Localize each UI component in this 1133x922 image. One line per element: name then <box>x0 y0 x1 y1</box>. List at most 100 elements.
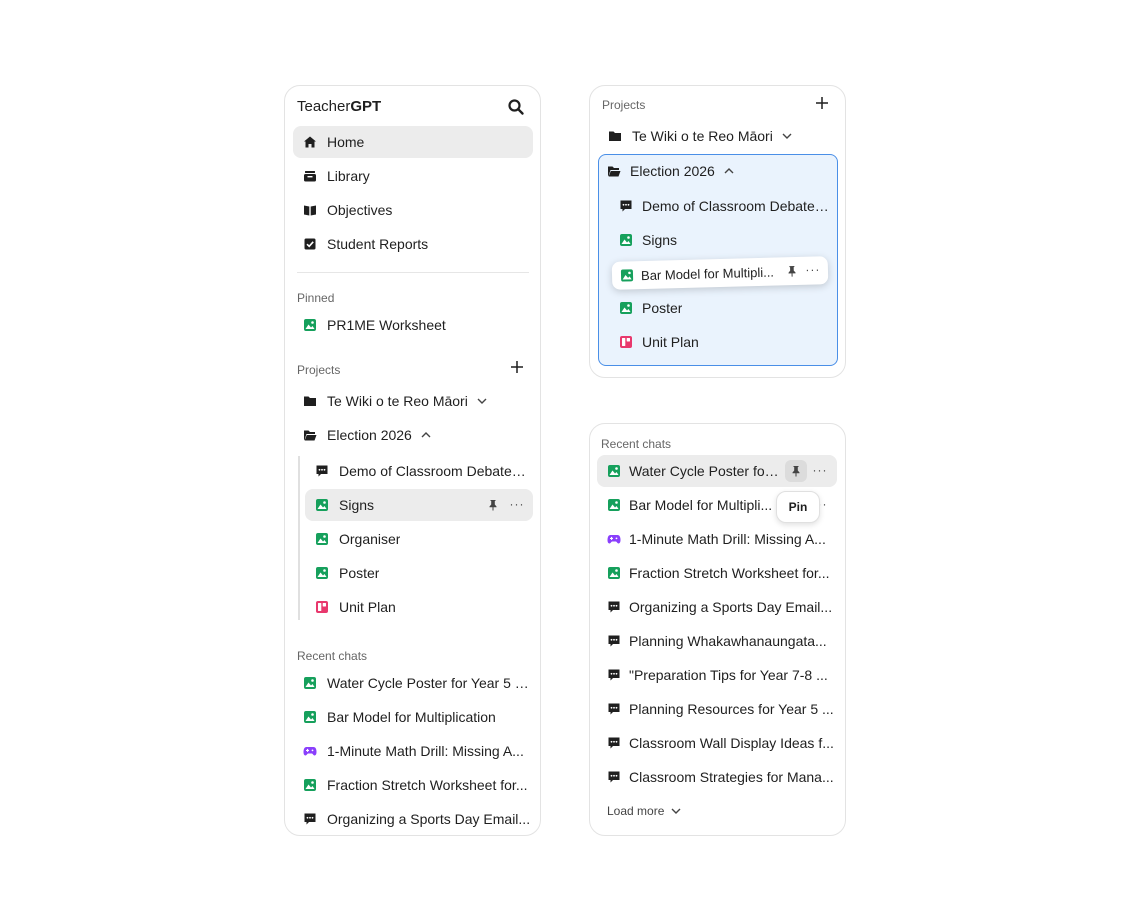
recent-chat-item[interactable]: Water Cycle Poster for Year 5 S... <box>293 667 533 699</box>
project-item-label: Poster <box>642 300 683 316</box>
recent-chat-item[interactable]: Classroom Strategies for Mana... <box>597 761 837 793</box>
recent-heading: Recent chats <box>297 649 368 663</box>
search-icon[interactable] <box>507 98 525 116</box>
recent-chat-label: Planning Resources for Year 5 ... <box>629 701 834 717</box>
chevron-down-icon <box>670 805 682 817</box>
project-item[interactable]: Organiser <box>305 523 533 555</box>
chevron-down-icon[interactable] <box>476 395 488 407</box>
nav-library-label: Library <box>327 168 370 184</box>
book-icon <box>303 203 317 217</box>
nav-objectives[interactable]: Objectives <box>293 194 533 226</box>
recent-chat-item[interactable]: Bar Model for Multiplication <box>293 701 533 733</box>
pin-button[interactable] <box>785 460 807 482</box>
pin-icon[interactable] <box>485 497 501 513</box>
load-more-label: Load more <box>607 804 665 818</box>
project-election-2026[interactable]: Election 2026 <box>599 155 837 187</box>
recent-chat-label: Classroom Wall Display Ideas f... <box>629 735 834 751</box>
project-item[interactable]: Demo of Classroom Debate ... <box>305 455 533 487</box>
project-election-2026[interactable]: Election 2026 <box>293 419 533 451</box>
chevron-up-icon[interactable] <box>420 429 432 441</box>
project-election-2026-label: Election 2026 <box>327 427 412 443</box>
recent-chat-label: Fraction Stretch Worksheet for... <box>327 777 528 793</box>
recent-chat-label: Classroom Strategies for Mana... <box>629 769 834 785</box>
project-item-label: Unit Plan <box>642 334 699 350</box>
recent-chat-label: Water Cycle Poster for ... <box>629 463 781 479</box>
more-options-icon[interactable]: ··· <box>805 261 821 277</box>
chat-icon <box>607 736 621 750</box>
project-item[interactable]: Poster <box>305 557 533 589</box>
recent-chats-panel: Recent chats Water Cycle Poster for ... … <box>589 423 846 836</box>
recent-chat-item[interactable]: Fraction Stretch Worksheet for... <box>597 557 837 589</box>
sidebar-panel: TeacherGPT Home Library Objectives Stude… <box>284 85 541 836</box>
recent-chat-item[interactable]: 1-Minute Math Drill: Missing A... <box>597 523 837 555</box>
project-te-wiki[interactable]: Te Wiki o te Reo Māori <box>598 120 838 152</box>
pin-tooltip-label: Pin <box>788 500 808 514</box>
image-icon <box>315 532 329 546</box>
project-item[interactable]: Demo of Classroom Debate ... <box>611 190 831 222</box>
folder-open-icon <box>303 428 317 442</box>
project-te-wiki[interactable]: Te Wiki o te Reo Māori <box>293 385 533 417</box>
pin-tooltip: Pin <box>776 491 820 523</box>
project-item-label: Unit Plan <box>339 599 396 615</box>
game-icon <box>303 744 317 758</box>
image-icon <box>607 498 621 512</box>
project-te-wiki-label: Te Wiki o te Reo Māori <box>327 393 468 409</box>
project-item[interactable]: Unit Plan <box>611 326 831 358</box>
recent-chat-item[interactable]: 1-Minute Math Drill: Missing A... <box>293 735 533 767</box>
nav-home[interactable]: Home <box>293 126 533 158</box>
nav-library[interactable]: Library <box>293 160 533 192</box>
recent-chat-label: Organizing a Sports Day Email... <box>327 811 531 827</box>
recent-chat-item[interactable]: "Preparation Tips for Year 7-8 ... <box>597 659 837 691</box>
projects-panel: Projects Te Wiki o te Reo Māori Election… <box>589 85 846 378</box>
image-icon <box>303 710 317 724</box>
load-more-button[interactable]: Load more <box>607 804 682 818</box>
project-item[interactable]: Signs ··· <box>305 489 533 521</box>
more-options-icon[interactable]: ··· <box>812 462 828 478</box>
chevron-up-icon[interactable] <box>723 165 735 177</box>
pinned-item[interactable]: PR1ME Worksheet <box>293 309 533 341</box>
chevron-down-icon[interactable] <box>781 130 793 142</box>
pinned-item-label: PR1ME Worksheet <box>327 317 446 333</box>
recent-chat-item[interactable]: Fraction Stretch Worksheet for... <box>293 769 533 801</box>
project-item-label: Demo of Classroom Debate ... <box>642 198 830 214</box>
project-item[interactable]: Signs <box>611 224 831 256</box>
recent-chat-item[interactable]: Organizing a Sports Day Email... <box>597 591 837 623</box>
image-icon <box>303 778 317 792</box>
recent-heading: Recent chats <box>601 437 672 451</box>
recent-chat-item[interactable]: Planning Whakawhanaungata... <box>597 625 837 657</box>
recent-chat-item[interactable]: Planning Resources for Year 5 ... <box>597 693 837 725</box>
folder-open-icon <box>607 164 621 178</box>
folder-icon <box>608 129 622 143</box>
checkbox-icon <box>303 237 317 251</box>
nav-student-reports[interactable]: Student Reports <box>293 228 533 260</box>
recent-chat-item[interactable]: Organizing a Sports Day Email... <box>293 803 533 835</box>
project-election-2026-label: Election 2026 <box>630 163 715 179</box>
recent-chat-item[interactable]: Water Cycle Poster for ... ··· <box>597 455 837 487</box>
dragging-chat-label: Bar Model for Multipli... <box>640 264 775 283</box>
recent-chat-label: 1-Minute Math Drill: Missing A... <box>327 743 524 759</box>
nav-student-reports-label: Student Reports <box>327 236 429 252</box>
project-item-label: Organiser <box>339 531 401 547</box>
recent-chat-label: Organizing a Sports Day Email... <box>629 599 833 615</box>
image-icon <box>620 268 634 282</box>
home-icon <box>303 135 317 149</box>
recent-chat-label: 1-Minute Math Drill: Missing A... <box>629 531 826 547</box>
chat-icon <box>303 812 317 826</box>
recent-chat-item[interactable]: Classroom Wall Display Ideas f... <box>597 727 837 759</box>
nav-objectives-label: Objectives <box>327 202 393 218</box>
tree-guide-line <box>298 456 300 620</box>
project-item-label: Signs <box>339 497 375 513</box>
dragging-chat-item[interactable]: Bar Model for Multipli... ··· <box>611 256 829 290</box>
project-item[interactable]: Poster <box>611 292 831 324</box>
projects-heading: Projects <box>297 363 341 377</box>
add-project-icon[interactable] <box>815 96 829 110</box>
image-icon <box>315 498 329 512</box>
recent-chat-label: Fraction Stretch Worksheet for... <box>629 565 830 581</box>
pin-icon[interactable] <box>784 263 800 279</box>
more-options-icon[interactable]: ··· <box>509 496 525 512</box>
image-icon <box>607 566 621 580</box>
add-project-icon[interactable] <box>510 360 524 374</box>
image-icon <box>303 676 317 690</box>
chat-icon <box>315 464 329 478</box>
project-item[interactable]: Unit Plan <box>305 591 533 623</box>
